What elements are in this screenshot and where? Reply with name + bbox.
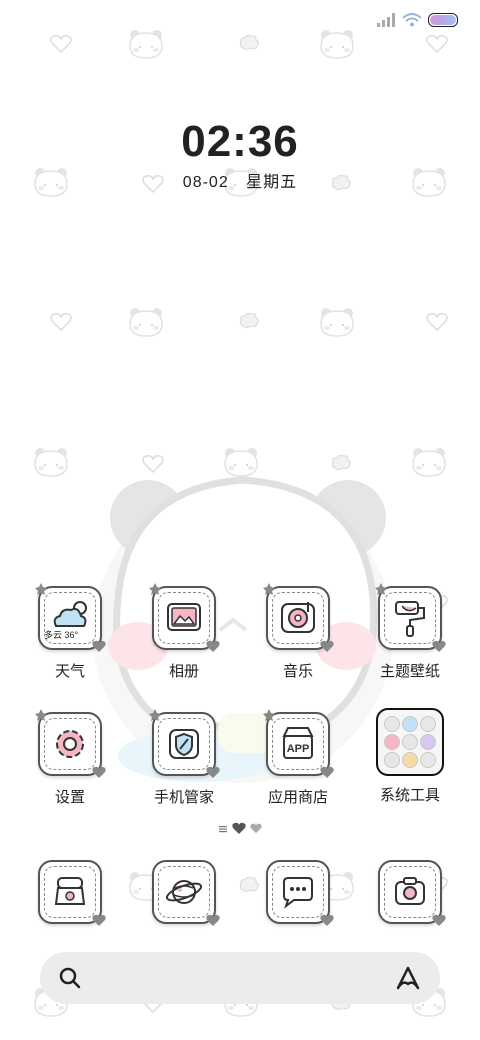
cloud-pattern-icon: [239, 34, 259, 51]
svg-text:APP: APP: [287, 743, 310, 755]
clock-date: 08-02 星期五: [0, 168, 480, 192]
app-phone-manager[interactable]: 手机管家: [136, 709, 232, 807]
app-system-tools-folder[interactable]: 系统工具: [362, 708, 458, 805]
globe-icon: [152, 860, 220, 926]
panda-pattern-icon: [412, 448, 446, 477]
panda-pattern-icon: [320, 30, 354, 59]
heart-dot-icon: [232, 822, 246, 834]
battery-icon: [428, 13, 458, 27]
search-bar[interactable]: [40, 952, 440, 1004]
gallery-icon: [149, 583, 220, 652]
folder-icon: [376, 708, 444, 776]
panda-pattern-icon: [34, 448, 68, 477]
app-label: 主题壁纸: [379, 663, 440, 680]
weather-icon: 多云 36°: [35, 583, 106, 652]
app-label: 音乐: [282, 663, 313, 680]
gear-icon: [35, 709, 106, 778]
heart-pattern-icon: [50, 313, 72, 332]
paint-roller-icon: [375, 583, 446, 652]
app-label: 手机管家: [153, 789, 214, 806]
music-icon: [263, 583, 334, 652]
search-icon[interactable]: [58, 966, 82, 990]
panda-wallpaper-illustration: [93, 476, 393, 783]
app-label: 应用商店: [267, 789, 328, 806]
panda-pattern-icon: [129, 308, 163, 337]
cloud-pattern-icon: [239, 312, 259, 329]
panda-pattern-icon: [320, 308, 354, 337]
assistant-icon[interactable]: [394, 964, 422, 992]
camera-icon: [378, 860, 446, 926]
weekday-text: 星期五: [246, 174, 298, 191]
menu-lines-icon: [219, 825, 227, 832]
status-bar: [376, 10, 458, 30]
weather-info: 多云 36°: [44, 630, 79, 640]
dock-camera[interactable]: [362, 860, 458, 926]
dock-messages[interactable]: [250, 860, 346, 926]
app-music[interactable]: 音乐: [250, 583, 346, 681]
heart-pattern-icon: [426, 313, 448, 332]
signal-icon: [377, 13, 395, 27]
date-text: 08-02: [182, 174, 229, 191]
heart-pattern-icon: [426, 35, 448, 54]
dock-browser[interactable]: [136, 860, 232, 926]
chat-icon: [266, 860, 334, 926]
app-label: 系统工具: [379, 787, 440, 804]
panda-pattern-icon: [129, 30, 163, 59]
app-label: 设置: [54, 789, 85, 806]
app-app-store[interactable]: APP 应用商店: [250, 709, 346, 807]
heart-pattern-icon: [50, 35, 72, 54]
app-themes[interactable]: 主题壁纸: [362, 583, 458, 681]
app-store-icon: APP: [263, 709, 334, 778]
app-weather[interactable]: 多云 36° 天气: [22, 583, 118, 681]
shield-icon: [149, 709, 220, 778]
clock-time: 02:36: [181, 117, 299, 166]
wifi-icon: [402, 13, 422, 27]
app-gallery[interactable]: 相册: [136, 583, 232, 681]
app-label: 天气: [54, 663, 85, 680]
clock-widget[interactable]: 02:36 08-02 星期五: [0, 118, 480, 192]
app-label: 相册: [168, 663, 199, 680]
app-settings[interactable]: 设置: [22, 709, 118, 807]
page-indicator[interactable]: [218, 822, 262, 835]
heart-dot-icon: [250, 823, 262, 834]
phone-icon: [38, 860, 106, 926]
dock-phone[interactable]: [22, 860, 118, 926]
